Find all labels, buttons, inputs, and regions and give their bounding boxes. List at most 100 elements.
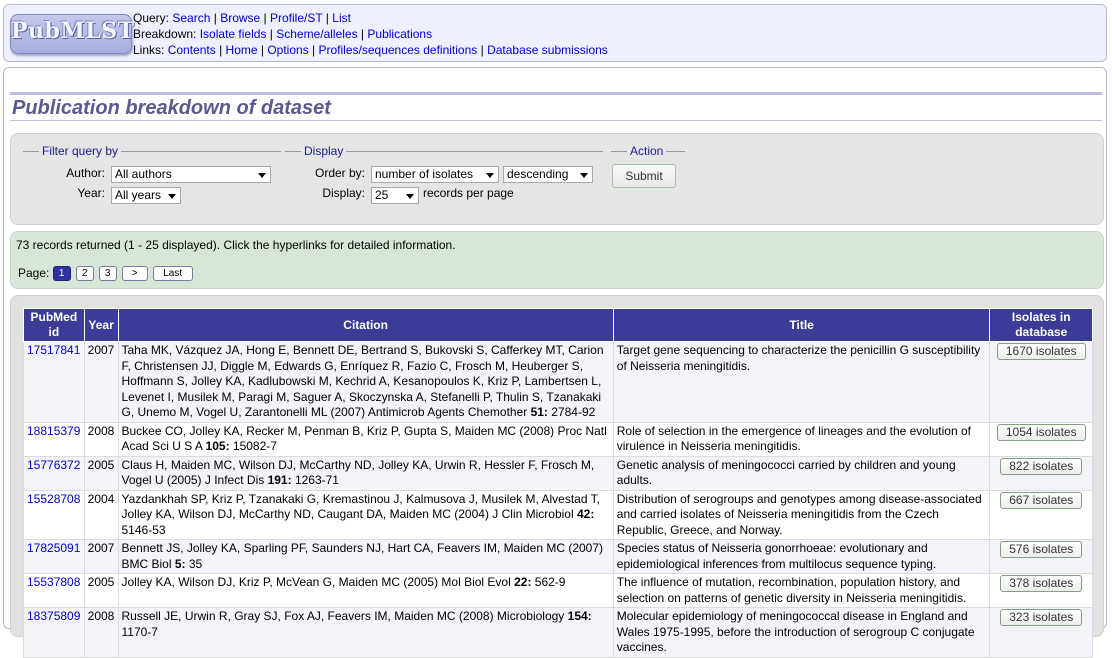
pubmed-cell: 15528708 <box>23 489 85 540</box>
author-select-value: All authors <box>115 167 172 181</box>
isolates-button[interactable]: 576 isolates <box>1000 541 1083 558</box>
table-row: 18815379 2008 Buckee CO, Jolley KA, Recker… <box>23 421 1093 457</box>
pubmed-link[interactable]: 18815379 <box>27 424 80 438</box>
citation-cell: Claus H, Maiden MC, Wilson DJ, McCarthy … <box>117 455 614 491</box>
col-header-year[interactable]: Year <box>83 308 119 342</box>
isolates-button[interactable]: 323 isolates <box>1000 609 1083 626</box>
pubmed-cell: 18815379 <box>23 421 85 457</box>
title-cell: Role of selection in the emergence of li… <box>612 421 991 457</box>
chevron-down-icon <box>258 173 266 178</box>
year-cell: 2007 <box>83 539 119 574</box>
isolates-cell: 1670 isolates <box>989 341 1093 423</box>
nav-list-link[interactable]: List <box>332 11 351 25</box>
order-by-select[interactable]: number of isolates <box>371 166 499 183</box>
page-1-button[interactable]: 1 <box>52 266 71 282</box>
col-header-pubmed[interactable]: PubMed id <box>23 308 85 342</box>
nav-database-submissions-link[interactable]: Database submissions <box>487 43 608 57</box>
citation-volume: 191: <box>267 473 292 487</box>
title-divider <box>10 120 1102 121</box>
isolates-button[interactable]: 822 isolates <box>1000 457 1083 475</box>
filter-legend: Filter query by <box>42 144 119 158</box>
display-legend: Display <box>304 144 344 158</box>
submit-button[interactable]: Submit <box>612 164 676 188</box>
page-2-button[interactable]: 2 <box>75 266 94 282</box>
isolates-button[interactable]: 1670 isolates <box>996 343 1086 360</box>
results-info-panel: 73 records returned (1 - 25 displayed). … <box>10 231 1104 289</box>
table-row: 17825091 2007 Bennett JS, Jolley KA, Sparl… <box>23 539 1093 574</box>
citation-pages: 5146-53 <box>121 522 166 537</box>
citation-cell: Taha MK, Vázquez JA, Hong E, Bennett DE,… <box>117 341 614 423</box>
table-header-row: PubMed id Year Citation Title Isolates i… <box>23 308 1093 342</box>
citation-volume: 154: <box>567 609 592 623</box>
logo-text: PubMLST <box>11 18 135 44</box>
isolates-cell: 378 isolates <box>989 573 1093 608</box>
records-per-page-select[interactable]: 25 <box>371 187 419 204</box>
nav-profile-st-link[interactable]: Profile/ST <box>270 11 322 25</box>
citation-volume: 42: <box>576 507 595 521</box>
isolates-cell: 576 isolates <box>989 539 1093 574</box>
citation-cell: Jolley KA, Wilson DJ, Kriz P, McVean G, … <box>117 573 614 608</box>
year-cell: 2008 <box>83 607 119 658</box>
pubmed-cell: 17825091 <box>23 539 85 574</box>
year-label: Year: <box>77 186 105 200</box>
pagination: Page: 1 2 3 > Last <box>18 266 198 282</box>
nav-isolate-fields-link[interactable]: Isolate fields <box>200 27 267 41</box>
nav-publications-link[interactable]: Publications <box>367 27 432 41</box>
isolates-cell: 822 isolates <box>989 455 1093 491</box>
title-cell: Genetic analysis of meningococci carried… <box>612 455 991 491</box>
isolates-button[interactable]: 378 isolates <box>1000 575 1083 592</box>
pubmed-link[interactable]: 15528708 <box>27 492 80 506</box>
publications-table: PubMed id Year Citation Title Isolates i… <box>23 308 1093 658</box>
isolates-cell: 667 isolates <box>989 489 1093 540</box>
nav-scheme-alleles-link[interactable]: Scheme/alleles <box>276 27 357 41</box>
citation-text: Yazdankhah SP, Kriz P, Tzanakaki G, Krem… <box>121 491 600 522</box>
query-nav: Query: Search | Browse | Profile/ST | Li… <box>133 11 351 25</box>
nav-options-link[interactable]: Options <box>267 43 308 57</box>
pubmed-link[interactable]: 17517841 <box>27 343 80 357</box>
col-header-citation[interactable]: Citation <box>117 308 614 342</box>
citation-volume: 22: <box>514 575 532 589</box>
title-cell: Target gene sequencing to characterize t… <box>612 341 991 423</box>
citation-pages: 562-9 <box>531 575 566 589</box>
isolates-button[interactable]: 667 isolates <box>1000 491 1083 509</box>
title-cell: Species status of Neisseria gonorrhoeae:… <box>612 539 991 574</box>
title-cell: The influence of mutation, recombination… <box>612 573 991 608</box>
last-page-button[interactable]: Last <box>152 266 193 282</box>
page-3-button[interactable]: 3 <box>98 266 117 282</box>
author-select[interactable]: All authors <box>111 166 271 183</box>
nav-profiles-definitions-link[interactable]: Profiles/sequences definitions <box>319 43 478 57</box>
year-select[interactable]: All years <box>111 187 181 204</box>
chevron-down-icon <box>406 194 414 199</box>
chevron-down-icon <box>168 194 176 199</box>
citation-pages: 35 <box>185 556 203 571</box>
direction-select[interactable]: descending <box>503 166 593 183</box>
year-cell: 2005 <box>83 573 119 608</box>
breakdown-nav: Breakdown: Isolate fields | Scheme/allel… <box>133 27 433 41</box>
pubmed-link[interactable]: 17825091 <box>27 541 80 555</box>
pubmlst-logo[interactable]: PubMLST <box>10 14 135 54</box>
title-bar: Publication breakdown of dataset <box>10 92 1102 120</box>
pubmed-cell: 15776372 <box>23 455 85 491</box>
citation-pages: 2784-92 <box>547 405 596 419</box>
nav-home-link[interactable]: Home <box>226 43 258 57</box>
pubmed-link[interactable]: 15537808 <box>27 575 80 589</box>
pubmed-link[interactable]: 15776372 <box>27 458 80 472</box>
col-header-title[interactable]: Title <box>612 308 991 342</box>
citation-volume: 105: <box>205 439 230 453</box>
citation-text: Claus H, Maiden MC, Wilson DJ, McCarthy … <box>121 457 595 488</box>
header-bar: PubMLST Query: Search | Browse | Profile… <box>3 4 1107 62</box>
results-table-panel: PubMed id Year Citation Title Isolates i… <box>10 295 1104 658</box>
nav-browse-link[interactable]: Browse <box>220 11 260 25</box>
col-header-isolates[interactable]: Isolates in database <box>989 308 1093 342</box>
isolates-button[interactable]: 1054 isolates <box>996 423 1086 441</box>
year-cell: 2004 <box>83 489 119 540</box>
next-page-button[interactable]: > <box>121 266 148 282</box>
nav-search-link[interactable]: Search <box>172 11 210 25</box>
year-cell: 2005 <box>83 455 119 491</box>
pubmed-link[interactable]: 18375809 <box>27 609 80 623</box>
nav-contents-link[interactable]: Contents <box>168 43 216 57</box>
links-label: Links: <box>133 43 165 57</box>
chevron-down-icon <box>486 173 494 178</box>
title-cell: Distribution of serogroups and genotypes… <box>612 489 991 540</box>
pubmed-cell: 15537808 <box>23 573 85 608</box>
